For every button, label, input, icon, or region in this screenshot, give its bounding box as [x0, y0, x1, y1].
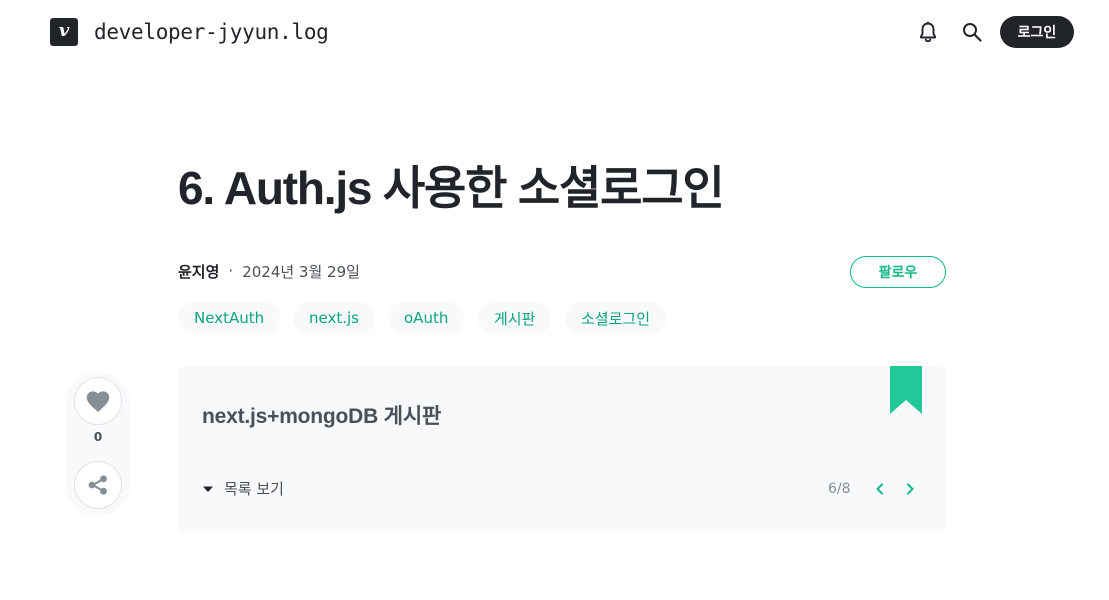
chevron-right-icon	[907, 483, 914, 495]
series-box: next.js+mongoDB 게시판 목록 보기 6/8	[178, 366, 946, 532]
heart-icon	[86, 391, 110, 413]
share-icon	[88, 475, 107, 495]
blog-name-link[interactable]: developer-jyyun.log	[94, 19, 329, 45]
logo-letter: v	[58, 20, 70, 41]
series-page-indicator: 6/8	[828, 481, 851, 497]
velog-logo[interactable]: v	[50, 18, 78, 46]
series-prev-button[interactable]	[868, 477, 892, 501]
tag-board[interactable]: 게시판	[478, 302, 552, 334]
series-toggle-label: 목록 보기	[224, 480, 284, 498]
tag-nextjs[interactable]: next.js	[293, 302, 375, 334]
post-title: 6. Auth.js 사용한 소셜로그인	[178, 162, 725, 214]
like-button[interactable]	[74, 377, 122, 425]
author-link[interactable]: 윤지영	[178, 261, 219, 282]
notification-bell-icon[interactable]	[914, 18, 942, 46]
series-list-toggle[interactable]: 목록 보기	[202, 478, 284, 499]
search-icon[interactable]	[958, 18, 986, 46]
post-meta: 윤지영 · 2024년 3월 29일	[178, 260, 360, 282]
top-header: v developer-jyyun.log 로그인	[0, 0, 1109, 64]
post-date: 2024년 3월 29일	[242, 262, 360, 281]
chevron-left-icon	[876, 483, 883, 495]
meta-separator: ·	[228, 262, 234, 280]
tag-social-login[interactable]: 소셜로그인	[565, 302, 667, 334]
share-button[interactable]	[74, 461, 122, 509]
side-action-bar: 0	[66, 372, 130, 516]
tag-nextauth[interactable]: NextAuth	[178, 302, 281, 334]
tag-oauth[interactable]: oAuth	[388, 302, 465, 334]
series-title-link[interactable]: next.js+mongoDB 게시판	[202, 400, 441, 430]
login-button[interactable]: 로그인	[1000, 16, 1074, 48]
series-next-button[interactable]	[898, 477, 922, 501]
bookmark-icon	[890, 366, 922, 414]
follow-button[interactable]: 팔로우	[850, 256, 946, 288]
caret-down-icon	[203, 486, 213, 492]
like-count: 0	[93, 430, 103, 444]
